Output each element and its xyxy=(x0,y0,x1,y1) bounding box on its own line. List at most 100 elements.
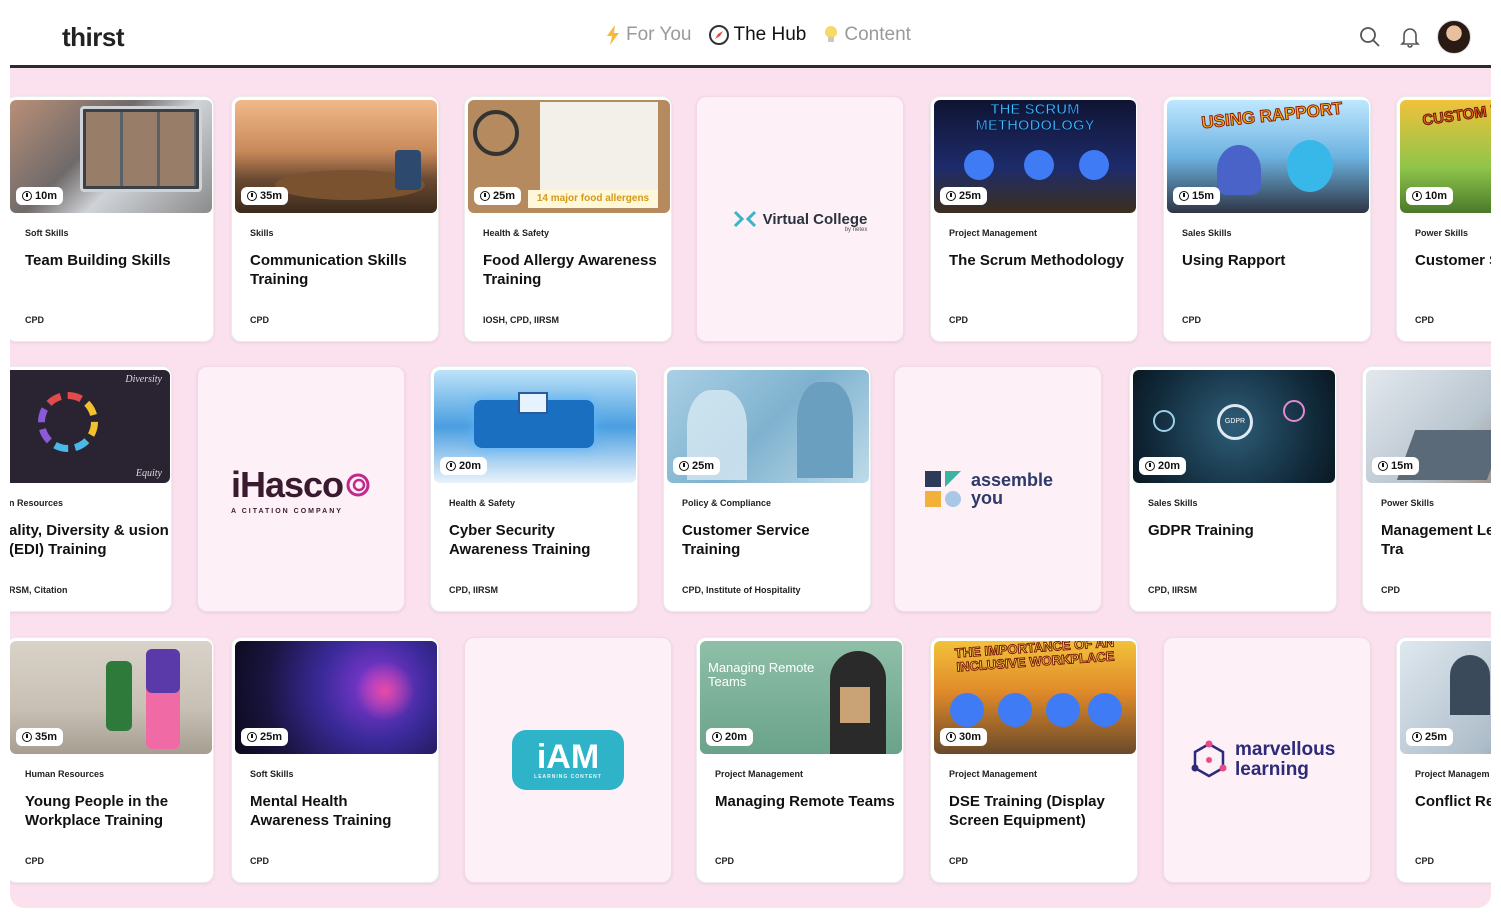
notifications-button[interactable] xyxy=(1397,24,1423,50)
course-title: Cyber Security Awareness Training xyxy=(449,522,591,558)
iam-logo: iAM LEARNING CONTENT xyxy=(465,638,671,882)
course-title: Customer Success M xyxy=(1415,252,1491,269)
course-card[interactable]: 35m Skills Communication Skills Training… xyxy=(231,96,439,342)
course-card[interactable]: 25m Policy & Compliance Customer Service… xyxy=(663,366,871,612)
header-actions xyxy=(1357,20,1471,54)
course-accreditation: CPD xyxy=(25,315,45,325)
clock-icon xyxy=(446,461,456,471)
clock-icon xyxy=(247,191,257,201)
duration-badge: 25m xyxy=(1406,728,1454,746)
course-category: Soft Skills xyxy=(250,769,294,779)
course-card[interactable]: 35m Human Resources Young People in the … xyxy=(10,637,214,883)
marvellous-learning-logo: marvellous learning xyxy=(1164,638,1370,882)
brand-card-virtual-college[interactable]: Virtual College by netex xyxy=(696,96,904,342)
course-accreditation: CPD xyxy=(949,315,969,325)
course-card[interactable]: THE SCRUM METHODOLOGY 25m Project Manage… xyxy=(930,96,1138,342)
course-card[interactable]: Diversity Equity 0m n Resources ality, D… xyxy=(10,366,172,612)
course-thumbnail: 14 major food allergens 25m xyxy=(468,100,670,213)
course-thumbnail: Diversity Equity 0m xyxy=(10,370,170,483)
course-card[interactable]: CUSTOM MANA 10m Power Skills Customer Su… xyxy=(1396,96,1491,342)
course-accreditation: CPD xyxy=(715,856,735,866)
main-nav: For You The Hub Content xyxy=(604,24,911,46)
thirst-logo[interactable]: thirst xyxy=(62,22,125,53)
course-card[interactable]: 10m Soft Skills Team Building Skills CPD xyxy=(10,96,214,342)
course-category: Human Resources xyxy=(25,769,105,779)
lightbulb-icon xyxy=(825,26,838,42)
assemble-you-logo: assemble you xyxy=(895,367,1101,611)
brand-card-iam[interactable]: iAM LEARNING CONTENT xyxy=(464,637,672,883)
course-thumbnail: 35m xyxy=(235,100,437,213)
nav-the-hub-label: The Hub xyxy=(733,24,807,45)
course-title: Managing Remote Teams xyxy=(715,793,895,810)
brand-card-marvellous-learning[interactable]: marvellous learning xyxy=(1163,637,1371,883)
course-category: Health & Safety xyxy=(449,498,516,508)
course-accreditation: CPD xyxy=(949,856,969,866)
course-thumbnail: 25m xyxy=(235,641,437,754)
duration-badge: 15m xyxy=(1372,457,1420,475)
thumb-caption: 14 major food allergens xyxy=(528,190,658,208)
course-card[interactable]: 15m Power Skills Management Leadership T… xyxy=(1362,366,1491,612)
course-card[interactable]: 20m Health & Safety Cyber Security Aware… xyxy=(430,366,638,612)
course-category: n Resources xyxy=(10,498,64,508)
clock-icon xyxy=(1179,191,1189,201)
course-card[interactable]: GDPR 20m Sales Skills GDPR Training CPD,… xyxy=(1129,366,1337,612)
brand-card-ihasco[interactable]: iHasco A CITATION COMPANY xyxy=(197,366,405,612)
thumb-caption: USING RAPPORT xyxy=(1200,100,1344,133)
duration-badge: 35m xyxy=(16,728,64,746)
course-thumbnail: GDPR 20m xyxy=(1133,370,1335,483)
course-thumbnail: USING RAPPORT 15m xyxy=(1167,100,1369,213)
virtual-college-logo: Virtual College by netex xyxy=(697,97,903,341)
clock-icon xyxy=(946,191,956,201)
clock-icon xyxy=(1412,732,1422,742)
bell-icon xyxy=(1400,28,1420,48)
course-title: Team Building Skills xyxy=(25,252,171,269)
course-accreditation: CPD xyxy=(1415,315,1435,325)
clock-icon xyxy=(247,732,257,742)
course-thumbnail: THE SCRUM METHODOLOGY 25m xyxy=(934,100,1136,213)
search-icon xyxy=(1360,27,1380,47)
duration-badge: 30m xyxy=(940,728,988,746)
course-card[interactable]: USING RAPPORT 15m Sales Skills Using Rap… xyxy=(1163,96,1371,342)
course-card[interactable]: 25m Project Managem Conflict Resolutior … xyxy=(1396,637,1491,883)
brand-card-assemble-you[interactable]: assemble you xyxy=(894,366,1102,612)
duration-badge: 10m xyxy=(16,187,64,205)
course-card[interactable]: Managing Remote Teams 20m Project Manage… xyxy=(696,637,904,883)
nav-content[interactable]: Content xyxy=(822,24,911,46)
course-card[interactable]: THE IMPORTANCE OF AN INCLUSIVE WORKPLACE… xyxy=(930,637,1138,883)
nav-the-hub[interactable]: The Hub xyxy=(708,24,807,46)
course-title: DSE Training (Display Screen Equipment) xyxy=(949,793,1105,829)
duration-badge: 10m xyxy=(1406,187,1454,205)
course-category: Health & Safety xyxy=(483,228,550,238)
course-card[interactable]: 14 major food allergens 25m Health & Saf… xyxy=(464,96,672,342)
course-thumbnail: 15m xyxy=(1366,370,1491,483)
nav-for-you[interactable]: For You xyxy=(604,24,692,46)
duration-badge: 25m xyxy=(474,187,522,205)
course-accreditation: CPD xyxy=(250,315,270,325)
lightning-icon xyxy=(607,25,619,45)
clock-icon xyxy=(1412,191,1422,201)
search-button[interactable] xyxy=(1357,24,1383,50)
course-category: Power Skills xyxy=(1381,498,1435,508)
course-title: ality, Diversity & usion (EDI) Training xyxy=(10,522,169,558)
course-card[interactable]: 25m Soft Skills Mental Health Awareness … xyxy=(231,637,439,883)
course-title: Mental Health Awareness Training xyxy=(250,793,392,829)
course-title: Food Allergy Awareness Training xyxy=(483,252,657,288)
course-thumbnail: THE IMPORTANCE OF AN INCLUSIVE WORKPLACE… xyxy=(934,641,1136,754)
clock-icon xyxy=(1378,461,1388,471)
course-accreditation: CPD xyxy=(25,856,45,866)
course-title: Management Leadership Tra xyxy=(1381,522,1491,558)
course-accreditation: CPD xyxy=(1415,856,1435,866)
duration-badge: 25m xyxy=(673,457,721,475)
course-title: Conflict Resolutior xyxy=(1415,793,1491,810)
course-title: GDPR Training xyxy=(1148,522,1254,539)
user-avatar[interactable] xyxy=(1437,20,1471,54)
duration-badge: 25m xyxy=(940,187,988,205)
course-category: Sales Skills xyxy=(1182,228,1232,238)
clock-icon xyxy=(1145,461,1155,471)
duration-badge: 25m xyxy=(241,728,289,746)
course-thumbnail: 25m xyxy=(1400,641,1491,754)
course-category: Project Management xyxy=(949,769,1038,779)
course-grid: 10m Soft Skills Team Building Skills CPD… xyxy=(10,68,1491,908)
duration-badge: 15m xyxy=(1173,187,1221,205)
thumb-caption: THE IMPORTANCE OF AN INCLUSIVE WORKPLACE xyxy=(954,641,1116,675)
